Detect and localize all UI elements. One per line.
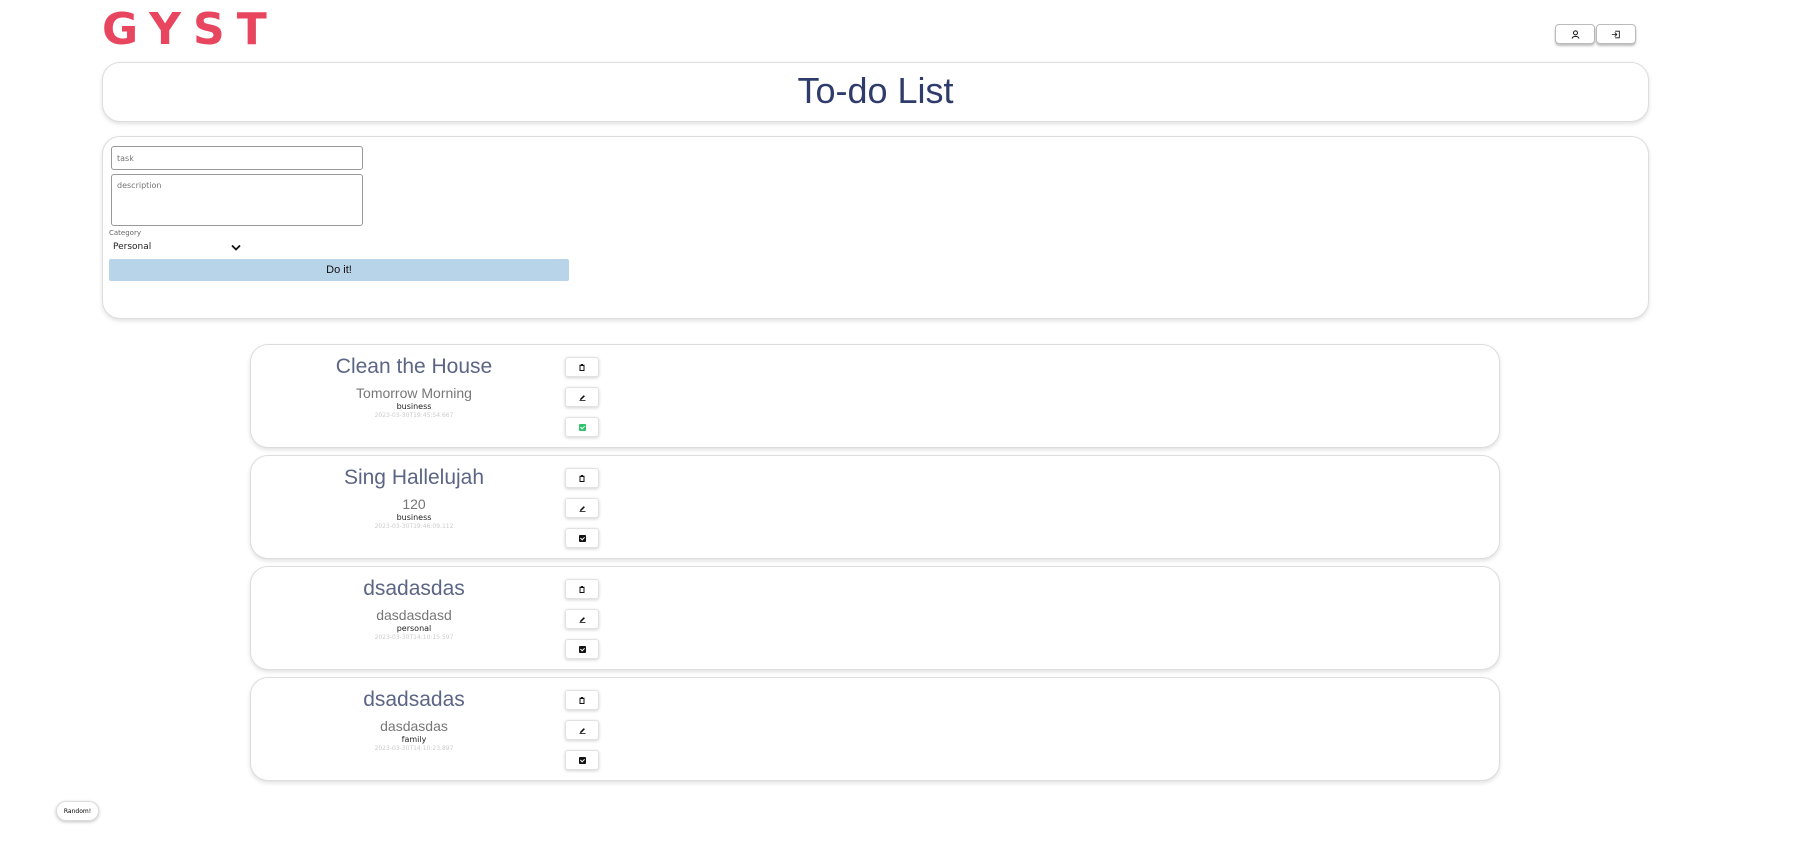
task-timestamp: 2023-03-30T14:10:15.597 [374,634,454,641]
task-timestamp: 2023-03-30T19:46:09.112 [374,523,454,530]
task-input[interactable] [111,146,363,170]
task-card: Clean the House Tomorrow Morning busines… [250,344,1500,448]
edit-icon [579,616,585,623]
task-card: dsadasdas dasdasdasd personal 2023-03-30… [250,566,1500,670]
task-description: dasdasdas [380,718,448,734]
delete-task-button[interactable] [565,690,599,710]
task-timestamp: 2023-03-30T14:10:23.897 [374,745,454,752]
submit-task-button[interactable]: Do it! [109,259,569,281]
check-icon [578,756,586,764]
task-description: dasdasdasd [376,607,452,623]
category-selected-value: Personal [113,242,152,252]
delete-icon [579,363,585,371]
description-input[interactable] [111,174,363,226]
user-icon [1571,29,1579,39]
random-button[interactable]: Random! [56,801,99,821]
complete-task-button[interactable] [565,750,599,770]
check-icon [578,645,586,653]
complete-task-button[interactable] [565,417,599,437]
check-icon [578,423,586,431]
gyst-logo[interactable]: GYST [102,4,279,55]
edit-icon [579,505,585,512]
new-task-form: Category Personal Do it! [102,136,1649,319]
complete-task-button[interactable] [565,639,599,659]
delete-task-button[interactable] [565,579,599,599]
complete-task-button[interactable] [565,528,599,548]
edit-task-button[interactable] [565,609,599,629]
edit-icon [579,727,585,734]
task-description: Tomorrow Morning [356,385,472,401]
category-label: Category [109,229,141,237]
delete-task-button[interactable] [565,357,599,377]
edit-task-button[interactable] [565,720,599,740]
delete-task-button[interactable] [565,468,599,488]
edit-icon [579,394,585,401]
delete-icon [579,585,585,593]
task-category: family [401,735,427,744]
title-card: To-do List [102,62,1649,122]
logout-button[interactable] [1596,24,1636,44]
edit-task-button[interactable] [565,387,599,407]
task-title: Sing Hallelujah [343,466,485,489]
task-title: Clean the House [335,355,493,378]
task-title: dsadasdas [363,577,465,600]
edit-task-button[interactable] [565,498,599,518]
task-category: business [396,513,432,522]
task-timestamp: 2023-03-30T19:45:54.667 [374,412,454,419]
task-description: 120 [402,496,426,512]
task-card: Sing Hallelujah 120 business 2023-03-30T… [250,455,1500,559]
task-card: dsadsadas dasdasdas family 2023-03-30T14… [250,677,1500,781]
task-category: business [396,402,432,411]
page-title: To-do List [797,70,954,111]
delete-icon [579,474,585,482]
check-icon [578,534,586,542]
delete-icon [579,696,585,704]
profile-button[interactable] [1555,24,1595,44]
chevron-down-icon [231,244,241,251]
task-title: dsadsadas [363,688,465,711]
task-category: personal [396,624,432,633]
logout-icon [1611,30,1620,38]
category-select[interactable]: Personal [109,239,245,255]
